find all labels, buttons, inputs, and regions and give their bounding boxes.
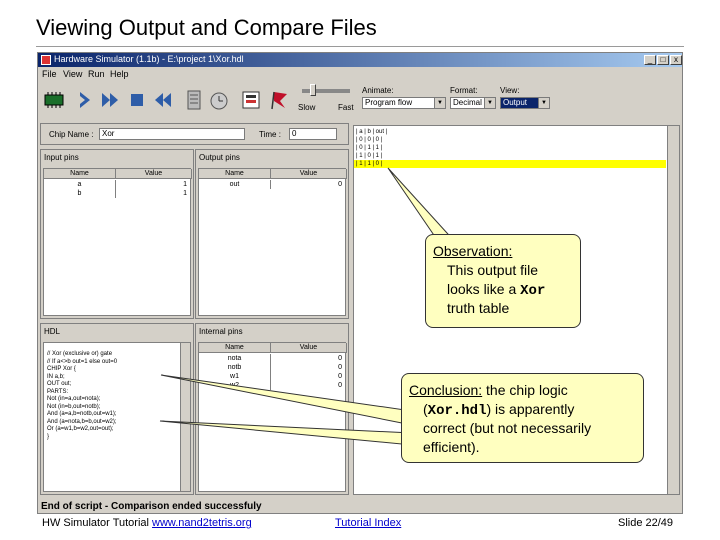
conclusion-line-4: efficient).: [423, 439, 480, 455]
conclusion-heading-rest: the chip logic: [482, 382, 568, 398]
conclusion-heading: Conclusion:: [409, 382, 483, 398]
observation-line-3: truth table: [447, 300, 510, 316]
observation-callout: Observation: This output file looks like…: [425, 234, 581, 328]
observation-line-1: This output file: [447, 262, 539, 278]
footer-left: HW Simulator Tutorial www.nand2tetris.or…: [42, 517, 252, 529]
observation-heading: Observation:: [433, 243, 513, 259]
conclusion-line-1: Conclusion: the chip logic: [409, 381, 568, 400]
observation-line-2-text: looks like a: [447, 281, 521, 297]
conclusion-line-2: (Xor.hdl) is apparently: [423, 400, 574, 421]
conclusion-callout: Conclusion: the chip logic (Xor.hdl) is …: [401, 373, 644, 463]
conclusion-line-3: correct (but not necessarily: [423, 420, 592, 436]
conclusion-pointer-a: [160, 374, 413, 426]
observation-pointer: [387, 167, 459, 245]
conclusion-pointer-b: [159, 420, 413, 446]
slide-number: Slide 22/49: [618, 517, 674, 529]
observation-line-2: looks like a Xor: [447, 280, 545, 301]
conclusion-code: Xor.hdl: [427, 403, 487, 419]
footer-website-link[interactable]: www.nand2tetris.org: [152, 517, 252, 529]
tutorial-index-link[interactable]: Tutorial Index: [335, 517, 401, 529]
conclusion-line-2-rest: ) is apparently: [486, 401, 575, 417]
observation-code: Xor: [520, 283, 546, 299]
footer-prefix: HW Simulator Tutorial: [42, 517, 153, 529]
